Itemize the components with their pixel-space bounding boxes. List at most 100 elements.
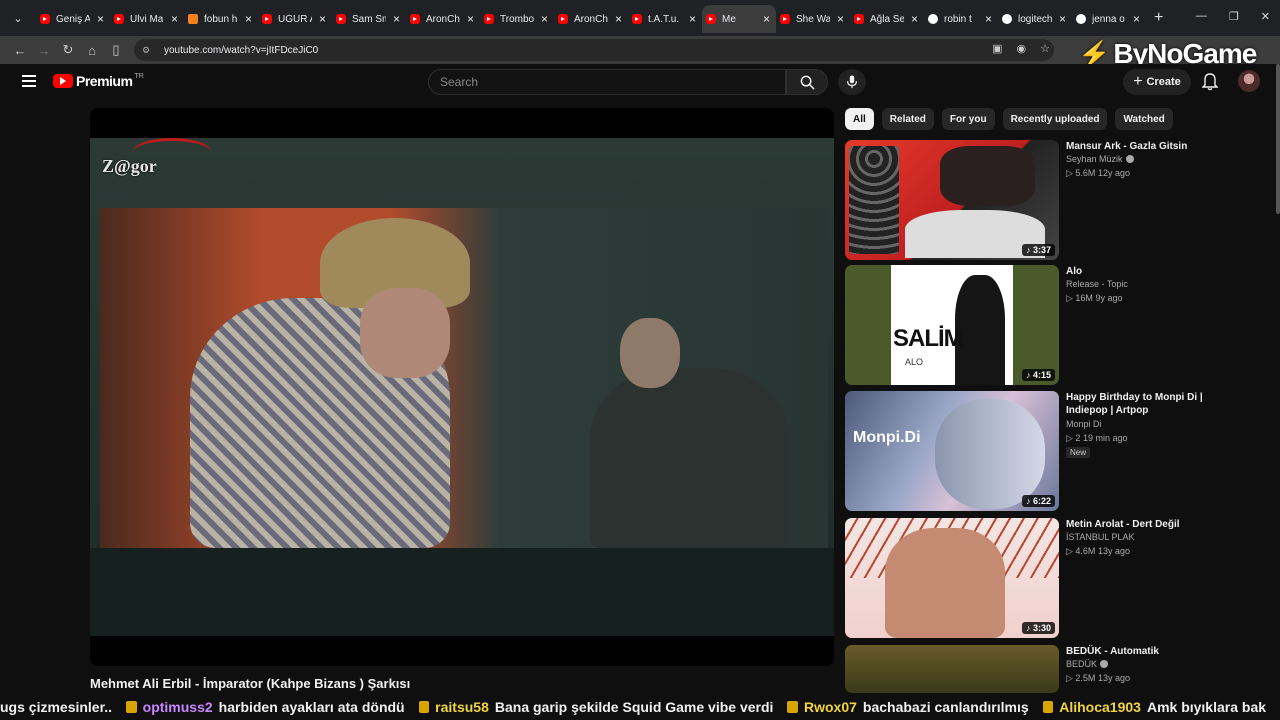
channel-name[interactable]: Monpi Di bbox=[1066, 419, 1102, 429]
browser-tab[interactable]: AronCh × bbox=[554, 5, 628, 33]
close-tab-icon[interactable]: × bbox=[541, 12, 548, 26]
voice-search-button[interactable] bbox=[838, 69, 866, 95]
browser-tab[interactable]: Me × bbox=[702, 5, 776, 33]
bookmark-star-icon[interactable]: ☆ bbox=[1040, 42, 1050, 55]
close-tab-icon[interactable]: × bbox=[97, 12, 104, 26]
close-tab-icon[interactable]: × bbox=[763, 12, 770, 26]
page-scrollbar[interactable] bbox=[1276, 64, 1280, 214]
video-meta: ▷ 5.6M 12y ago bbox=[1066, 168, 1130, 179]
youtube-logo[interactable]: Premium TR bbox=[53, 73, 144, 89]
youtube-icon bbox=[336, 14, 346, 24]
views-play-icon: ▷ bbox=[1066, 433, 1076, 443]
notifications-bell-icon[interactable] bbox=[1202, 73, 1218, 91]
browser-tab[interactable]: Trombo × bbox=[480, 5, 554, 33]
channel-name[interactable]: İSTANBUL PLAK bbox=[1066, 532, 1135, 542]
close-tab-icon[interactable]: × bbox=[985, 12, 992, 26]
reload-icon[interactable]: ↻ bbox=[56, 42, 80, 58]
create-button[interactable]: + Create bbox=[1123, 69, 1191, 95]
views-play-icon: ▷ bbox=[1066, 546, 1076, 556]
close-tab-icon[interactable]: × bbox=[1133, 12, 1140, 26]
close-tab-icon[interactable]: × bbox=[1059, 12, 1066, 26]
recommendation-item[interactable]: Monpi.Di ♪ 6:22 Happy Birthday to Monpi Di… bbox=[845, 391, 1245, 511]
close-tab-icon[interactable]: × bbox=[911, 12, 918, 26]
forward-icon[interactable]: → bbox=[32, 43, 56, 58]
chip-recently-uploaded[interactable]: Recently uploaded bbox=[1002, 108, 1108, 130]
search-icon bbox=[800, 75, 815, 90]
video-frame: Z@gor bbox=[90, 138, 834, 636]
minimize-icon[interactable]: — bbox=[1196, 10, 1207, 23]
browser-tab[interactable]: jenna o × bbox=[1072, 5, 1146, 33]
restore-icon[interactable]: ❐ bbox=[1229, 10, 1239, 23]
browser-tab[interactable]: UĞUR A × bbox=[258, 5, 332, 33]
channel-name[interactable]: BEDÜK bbox=[1066, 659, 1109, 669]
video-thumbnail[interactable] bbox=[845, 645, 1059, 693]
close-tab-icon[interactable]: × bbox=[393, 12, 400, 26]
browser-tab[interactable]: logitech × bbox=[998, 5, 1072, 33]
close-tab-icon[interactable]: × bbox=[615, 12, 622, 26]
recommendation-item[interactable]: BEDÜK - Automatik BEDÜK ▷ 2.5M 13y ago bbox=[845, 645, 1245, 693]
back-icon[interactable]: ← bbox=[8, 43, 32, 58]
recommendation-item[interactable]: SALİM ALO ♪ 4:15 Alo Release - Topic ▷ 16M 9y… bbox=[845, 265, 1245, 385]
verified-icon bbox=[1100, 660, 1109, 668]
close-tab-icon[interactable]: × bbox=[467, 12, 474, 26]
video-player[interactable]: Z@gor bbox=[90, 108, 834, 666]
duration-overlay: ♪ 6:22 bbox=[1021, 495, 1055, 507]
account-avatar[interactable] bbox=[1238, 70, 1260, 92]
youtube-icon bbox=[780, 14, 790, 24]
browser-tab[interactable]: AronCh × bbox=[406, 5, 480, 33]
recommendation-title[interactable]: Mansur Ark - Gazla Gitsin bbox=[1066, 140, 1236, 153]
browser-tab[interactable]: fobun h × bbox=[184, 5, 258, 33]
url-field[interactable]: ⚙ youtube.com/watch?v=jItFDceJiC0 bbox=[134, 39, 1054, 61]
browser-tab[interactable]: robin t × bbox=[924, 5, 998, 33]
search-input[interactable]: Search bbox=[428, 69, 786, 95]
close-tab-icon[interactable]: × bbox=[319, 12, 326, 26]
new-tab-button[interactable]: + bbox=[1154, 9, 1163, 27]
recommendation-item[interactable]: ♪ 3:37 Mansur Ark - Gazla Gitsin Seyhan Mü… bbox=[845, 140, 1245, 260]
chat-message: Amk bıyıklara bak bbox=[1146, 699, 1267, 715]
tab-title: jenna o bbox=[1092, 13, 1125, 25]
video-thumbnail[interactable]: ♪ 3:37 bbox=[845, 140, 1059, 260]
chip-watched[interactable]: Watched bbox=[1115, 108, 1173, 130]
close-tab-icon[interactable]: × bbox=[171, 12, 178, 26]
recommendation-title[interactable]: Metin Arolat - Dert Değil bbox=[1066, 518, 1236, 531]
chat-username: raitsu58 bbox=[435, 699, 489, 715]
tab-search-chevron-icon[interactable]: ⌄ bbox=[0, 0, 36, 36]
chat-message: Bana garip şekilde Squid Game vibe verdi bbox=[494, 699, 774, 715]
search-button[interactable] bbox=[786, 69, 828, 95]
close-window-icon[interactable]: ✕ bbox=[1261, 10, 1270, 23]
recommendation-item[interactable]: ♪ 3:30 Metin Arolat - Dert Değil İSTANBUL … bbox=[845, 518, 1245, 638]
chip-related[interactable]: Related bbox=[881, 108, 934, 130]
video-thumbnail[interactable]: Monpi.Di ♪ 6:22 bbox=[845, 391, 1059, 511]
video-thumbnail[interactable]: SALİM ALO ♪ 4:15 bbox=[845, 265, 1059, 385]
view-count: 2.5M bbox=[1075, 673, 1096, 683]
close-tab-icon[interactable]: × bbox=[837, 12, 844, 26]
browser-tab[interactable]: Geniş A × bbox=[36, 5, 110, 33]
chat-message: bachabazi canlandırılmış bbox=[862, 699, 1029, 715]
home-icon[interactable]: ⌂ bbox=[80, 43, 104, 58]
youtube-icon bbox=[706, 14, 716, 24]
video-thumbnail[interactable]: ♪ 3:30 bbox=[845, 518, 1059, 638]
menu-icon[interactable] bbox=[22, 75, 36, 87]
chat-message: harbiden ayakları ata döndü bbox=[218, 699, 405, 715]
close-tab-icon[interactable]: × bbox=[689, 12, 696, 26]
browser-tab[interactable]: Ulvi Ma × bbox=[110, 5, 184, 33]
browser-tab[interactable]: Sam Sm × bbox=[332, 5, 406, 33]
recommendation-title[interactable]: BEDÜK - Automatik bbox=[1066, 645, 1236, 658]
thumbnail-subtext: ALO bbox=[905, 357, 924, 367]
cast-icon[interactable]: ▣ bbox=[992, 42, 1002, 55]
channel-name[interactable]: Seyhan Müzik bbox=[1066, 154, 1134, 164]
site-info-icon[interactable]: ⚙ bbox=[142, 45, 154, 56]
recommendation-title[interactable]: Alo bbox=[1066, 265, 1236, 278]
browser-tab[interactable]: Ağla Se × bbox=[850, 5, 924, 33]
eye-off-icon[interactable]: ◉ bbox=[1017, 42, 1027, 55]
chat-badge-icon bbox=[787, 701, 798, 713]
browser-tab[interactable]: She Wa × bbox=[776, 5, 850, 33]
channel-name[interactable]: Release - Topic bbox=[1066, 279, 1128, 289]
video-meta: ▷ 16M 9y ago bbox=[1066, 293, 1122, 304]
close-tab-icon[interactable]: × bbox=[245, 12, 252, 26]
chip-all[interactable]: All bbox=[845, 108, 874, 130]
recommendation-title[interactable]: Happy Birthday to Monpi Di | Indiepop | … bbox=[1066, 391, 1236, 417]
chip-for-you[interactable]: For you bbox=[941, 108, 995, 130]
browser-tab[interactable]: t.A.T.u. × bbox=[628, 5, 702, 33]
sidebar-icon[interactable]: ▯ bbox=[104, 42, 128, 58]
